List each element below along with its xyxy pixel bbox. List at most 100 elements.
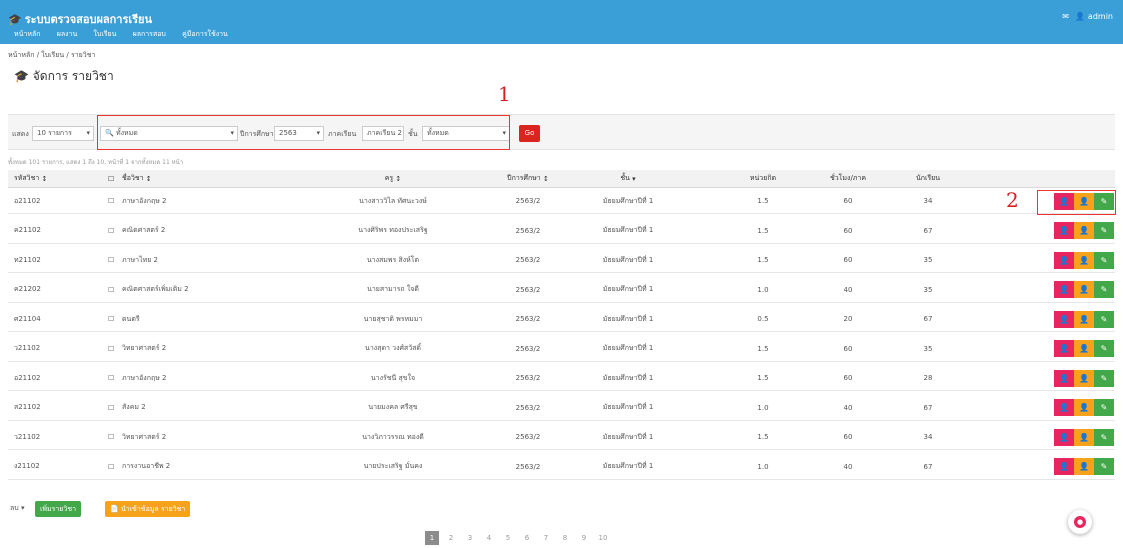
table-row: ว21102 ☐ วิทยาศาสตร์ 2 นางวิภาวรรณ ทองดี 256… <box>8 425 1115 450</box>
row-checkbox[interactable]: ☐ <box>108 425 120 449</box>
cell-term: 2563/2 <box>515 344 541 353</box>
chat-fab[interactable]: ● <box>1068 510 1092 534</box>
import-courses-button[interactable]: 📄 นำเข้าข้อมูล รายวิชา <box>105 501 191 517</box>
teacher-button[interactable]: 👤 <box>1074 340 1094 357</box>
cell-term: 2563/2 <box>515 197 541 205</box>
teacher-button[interactable]: 👤 <box>1074 428 1094 446</box>
edit-button[interactable]: ✎ <box>1094 281 1114 298</box>
cell-level: มัธยมศึกษาปีที่ 1 <box>602 373 654 382</box>
cell-hours: 60 <box>843 226 853 235</box>
page-size-value: 10 รายการ <box>37 129 72 137</box>
nav-item-results[interactable]: ผลการสอบ <box>133 30 166 38</box>
teacher-button[interactable]: 👤 <box>1074 458 1094 475</box>
header-code[interactable]: รหัสวิชา ↕ <box>14 170 104 187</box>
cell-hours: 60 <box>843 433 853 441</box>
header-term[interactable]: ปีการศึกษา ↕ <box>488 170 568 187</box>
edit-button[interactable]: ✎ <box>1094 458 1114 475</box>
student-list-button[interactable]: 👤 <box>1054 222 1074 239</box>
bulk-select[interactable]: ลบ ▾ <box>10 503 24 514</box>
nav-item-manual[interactable]: คู่มือการใช้งาน <box>182 30 228 38</box>
student-list-button[interactable]: 👤 <box>1054 399 1074 416</box>
table-row: ส21102 ☐ สังคม 2 นายมงคล ศรีสุข 2563/2 มัธยมศ… <box>8 396 1115 421</box>
edit-button[interactable]: ✎ <box>1094 251 1114 269</box>
teacher-button[interactable]: 👤 <box>1074 310 1094 328</box>
page-link-5[interactable]: 5 <box>501 531 515 545</box>
header-teacher[interactable]: ครู ↕ <box>298 170 488 187</box>
teacher-button[interactable]: 👤 <box>1074 222 1094 239</box>
edit-button[interactable]: ✎ <box>1094 340 1114 357</box>
row-checkbox[interactable]: ☐ <box>108 278 120 302</box>
page-link-10[interactable]: 10 <box>596 531 610 545</box>
highlight-box-actions <box>1037 190 1116 215</box>
edit-button[interactable]: ✎ <box>1094 222 1114 239</box>
header-level[interactable]: ชั้น ▾ <box>568 170 688 187</box>
page-link-7[interactable]: 7 <box>539 531 553 545</box>
student-list-button[interactable]: 👤 <box>1054 281 1074 298</box>
cell-level: มัธยมศึกษาปีที่ 1 <box>602 196 654 205</box>
page-size-select[interactable]: 10 รายการ ▾ <box>32 126 94 141</box>
row-checkbox[interactable]: ☐ <box>108 396 120 420</box>
student-list-button[interactable]: 👤 <box>1054 340 1074 357</box>
cell-term: 2563/2 <box>515 315 541 323</box>
user-icon: 👤 <box>1079 255 1089 265</box>
pencil-icon: ✎ <box>1100 432 1108 442</box>
pencil-icon: ✎ <box>1100 285 1108 294</box>
go-button[interactable]: Go <box>519 125 540 142</box>
student-list-button[interactable]: 👤 <box>1054 369 1074 387</box>
header-hours: ชั่วโมง/ภาค <box>829 174 867 182</box>
envelope-icon[interactable]: ✉ <box>1062 12 1069 21</box>
nav-item-home[interactable]: หน้าหลัก <box>14 30 40 38</box>
page-link-1[interactable]: 1 <box>425 531 439 545</box>
user-icon: 👤 <box>1059 403 1069 412</box>
row-checkbox[interactable]: ☐ <box>108 248 120 272</box>
edit-button[interactable]: ✎ <box>1094 369 1114 387</box>
show-label: แสดง <box>12 130 29 138</box>
nav-item-works[interactable]: ผลงาน <box>57 30 78 38</box>
row-checkbox[interactable]: ☐ <box>108 189 120 213</box>
teacher-button[interactable]: 👤 <box>1074 399 1094 416</box>
row-actions: 👤 👤 ✎ <box>1048 366 1114 390</box>
student-list-button[interactable]: 👤 <box>1054 458 1074 475</box>
edit-button[interactable]: ✎ <box>1094 310 1114 328</box>
page-link-3[interactable]: 3 <box>463 531 477 545</box>
user-menu[interactable]: ✉ 👤 admin <box>1059 12 1113 21</box>
cell-code: อ21102 <box>14 373 41 382</box>
nav-item-study[interactable]: ใบเรียน <box>93 30 116 38</box>
teacher-button[interactable]: 👤 <box>1074 281 1094 298</box>
edit-button[interactable]: ✎ <box>1094 428 1114 446</box>
teacher-button[interactable]: 👤 <box>1074 369 1094 387</box>
page-link-4[interactable]: 4 <box>482 531 496 545</box>
student-list-button[interactable]: 👤 <box>1054 251 1074 269</box>
row-checkbox[interactable]: ☐ <box>108 366 120 390</box>
add-course-button[interactable]: เพิ่มรายวิชา <box>35 501 82 517</box>
user-icon: 👤 <box>1059 314 1069 324</box>
cell-credit: 1.5 <box>757 226 769 235</box>
edit-button[interactable]: ✎ <box>1094 399 1114 416</box>
cell-credit: 1.5 <box>757 433 769 441</box>
row-checkbox[interactable]: ☐ <box>108 307 120 331</box>
app-brand[interactable]: 🎓 ระบบตรวจสอบผลการเรียน <box>8 10 152 28</box>
table-row: ว21102 ☐ วิทยาศาสตร์ 2 นางสุดา วงศ์สวัสดิ์ 2… <box>8 337 1115 362</box>
row-checkbox[interactable]: ☐ <box>108 337 120 361</box>
row-checkbox[interactable]: ☐ <box>108 455 120 479</box>
cell-credit: 1.0 <box>757 285 769 294</box>
cell-enrolled: 67 <box>923 315 933 323</box>
cell-teacher: นางสุดา วงศ์สวัสดิ์ <box>365 344 421 352</box>
student-list-button[interactable]: 👤 <box>1054 310 1074 328</box>
row-actions: 👤 👤 ✎ <box>1048 337 1114 361</box>
page-link-9[interactable]: 9 <box>577 531 591 545</box>
cell-enrolled: 67 <box>923 403 933 412</box>
cell-enrolled: 35 <box>923 256 933 264</box>
page-link-6[interactable]: 6 <box>520 531 534 545</box>
teacher-button[interactable]: 👤 <box>1074 251 1094 269</box>
header-name[interactable]: ชื่อวิชา ↕ <box>122 170 282 187</box>
cell-teacher: นายสุชาติ พรหมมา <box>363 314 423 323</box>
page-link-2[interactable]: 2 <box>444 531 458 545</box>
header-level-label: ชั้น <box>620 174 630 182</box>
page-link-8[interactable]: 8 <box>558 531 572 545</box>
student-list-button[interactable]: 👤 <box>1054 428 1074 446</box>
chevron-down-icon: ▾ <box>86 129 90 137</box>
row-checkbox[interactable]: ☐ <box>108 219 120 243</box>
cell-hours: 60 <box>843 256 853 264</box>
cell-level: มัธยมศึกษาปีที่ 1 <box>602 344 654 352</box>
